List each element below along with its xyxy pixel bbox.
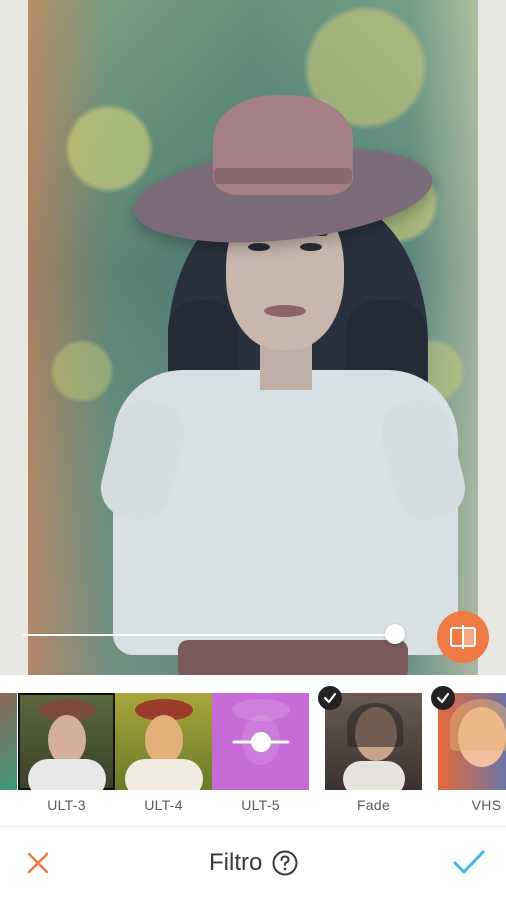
filter-thumb-ult-3[interactable] xyxy=(18,693,115,790)
help-icon[interactable] xyxy=(272,850,298,876)
photo-eye-left xyxy=(248,243,270,251)
thumb-hair xyxy=(450,699,506,751)
thumb-shirt xyxy=(125,759,203,790)
toolbar-title: Filtro xyxy=(209,849,263,876)
thumb-hair xyxy=(347,703,403,747)
filter-label-ult-3: ULT-3 xyxy=(47,797,86,813)
filter-thumb-ult-5[interactable] xyxy=(212,693,309,790)
photo-eye-right xyxy=(300,243,322,251)
edited-photo xyxy=(28,0,478,675)
downloaded-check-icon xyxy=(431,686,455,710)
bottom-toolbar: Filtro xyxy=(0,826,506,901)
filter-strip[interactable]: ULT-3 ULT-4 ULT-5 Fade VHS xyxy=(0,675,506,826)
toolbar-title-group: Filtro xyxy=(209,849,298,877)
filter-thumb-ult-4[interactable] xyxy=(115,693,212,790)
intensity-slider[interactable] xyxy=(23,624,405,646)
thumb-face xyxy=(145,715,183,765)
filter-label-fade: Fade xyxy=(356,797,391,813)
filter-thumb-fade[interactable] xyxy=(325,693,422,790)
downloaded-check-icon xyxy=(318,686,342,710)
slider-thumb[interactable] xyxy=(385,624,405,644)
filter-thumb-previous[interactable] xyxy=(0,693,17,790)
photo-lips xyxy=(264,305,306,317)
thumb-shirt xyxy=(343,761,405,790)
photo-hat-band xyxy=(214,168,352,184)
filter-label-vhs: VHS xyxy=(471,797,502,813)
apply-checkmark-icon[interactable] xyxy=(452,849,486,877)
thumb-shirt xyxy=(28,759,106,790)
thumb-face xyxy=(48,715,86,765)
filter-label-ult-5: ULT-5 xyxy=(241,797,280,813)
close-icon[interactable] xyxy=(26,851,50,875)
photo-preview xyxy=(0,0,506,675)
intensity-adjust-icon xyxy=(232,732,290,752)
compare-split-icon xyxy=(450,625,476,649)
filter-label-ult-4: ULT-4 xyxy=(144,797,183,813)
slider-track[interactable] xyxy=(23,634,395,636)
compare-button[interactable] xyxy=(437,611,489,663)
